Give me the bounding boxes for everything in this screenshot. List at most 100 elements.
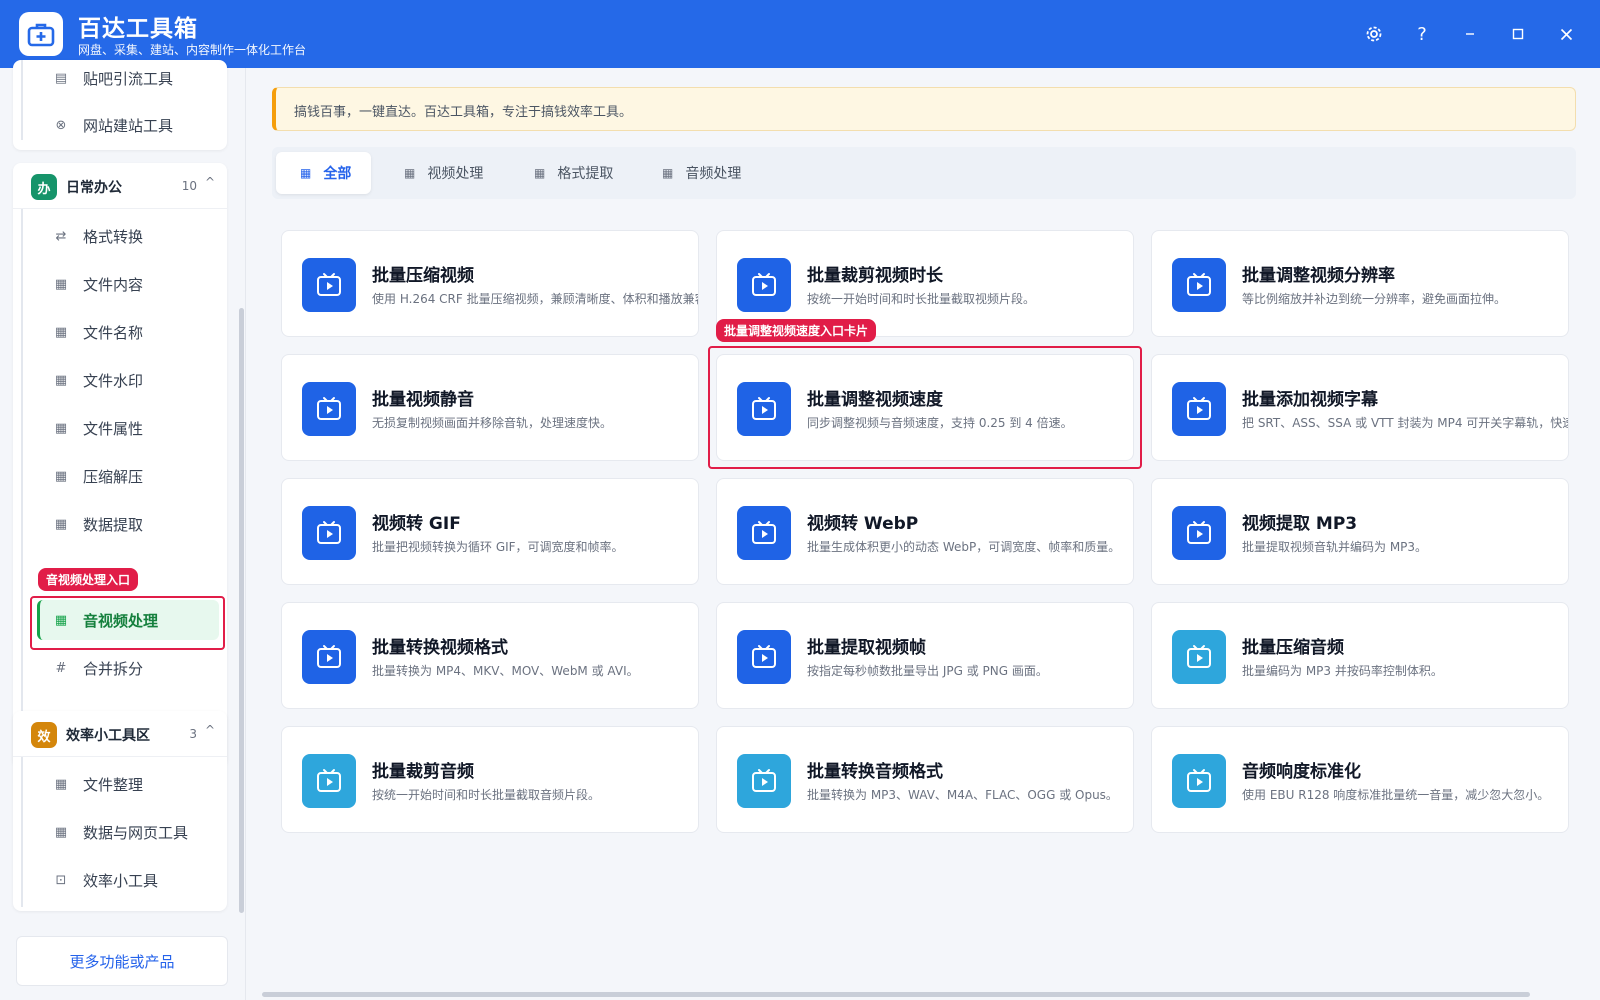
app-logo-icon <box>19 12 63 56</box>
tool-card[interactable]: 批量裁剪音频 按统一开始时间和时长批量截取音频片段。 <box>281 726 699 833</box>
video-player-icon <box>1172 258 1226 312</box>
tool-card-description: 批量提取视频音轨并编码为 MP3。 <box>1242 540 1428 554</box>
video-player-icon <box>737 382 791 436</box>
tool-card[interactable]: 批量调整视频速度同步调整视频与音频速度，支持 0.25 到 4 倍速。 <box>716 354 1134 461</box>
sidebar-item-data-web-tools[interactable]: ▦ 数据与网页工具 <box>37 812 223 852</box>
group-header-efficiency[interactable]: 效 效率小工具区 3 ^ <box>13 711 227 757</box>
tool-card[interactable]: 批量转换音频格式批量转换为 MP3、WAV、M4A、FLAC、OGG 或 Opu… <box>716 726 1134 833</box>
tab-all[interactable]: ▦ 全部 <box>276 152 372 194</box>
tool-card-description: 按统一开始时间和时长批量截取视频片段。 <box>807 292 1036 306</box>
sidebar-item-file-organize[interactable]: ▦ 文件整理 <box>37 764 223 804</box>
group-count: 10 <box>181 179 197 193</box>
tool-card[interactable]: 批量压缩音频 批量编码为 MP3 并按码率控制体积。 <box>1151 602 1569 709</box>
sidebar-item-av-processing[interactable]: ▦ 音视频处理 <box>37 600 219 640</box>
tool-card-title: 音频响度标准化 <box>1242 762 1361 782</box>
grid-icon: ▦ <box>404 166 416 180</box>
sidebar-item-compress[interactable]: ▦ 压缩解压 <box>37 456 223 496</box>
tool-card-title: 批量裁剪视频时长 <box>807 266 943 286</box>
sidebar-scrollbar[interactable] <box>239 308 244 913</box>
sidebar-item-efficiency-tools[interactable]: ⊡ 效率小工具 <box>37 860 223 900</box>
close-icon[interactable] <box>1550 18 1582 50</box>
grid-icon: ▦ <box>54 324 68 340</box>
tool-card-title: 批量转换视频格式 <box>372 638 508 658</box>
group-name: 日常办公 <box>66 180 122 196</box>
tab-video[interactable]: ▦ 视频处理 <box>380 152 503 194</box>
more-features-button[interactable]: 更多功能或产品 <box>16 936 228 986</box>
sidebar-callout: 音视频处理入口 <box>38 568 139 591</box>
sidebar: ▤ 贴吧引流工具 ⊗ 网站建站工具 办 日常办公 10 ^ ⇄ 格式转换 ▦ 文… <box>0 60 246 1000</box>
sidebar-item-file-watermark[interactable]: ▦ 文件水印 <box>37 360 223 400</box>
tool-card[interactable]: 批量压缩视频 使用 H.264 CRF 批量压缩视频，兼顾清晰度、体积和播放兼容性… <box>281 230 699 337</box>
chevron-up-icon[interactable]: ^ <box>205 175 215 189</box>
sidebar-item-file-content[interactable]: ▦ 文件内容 <box>37 264 223 304</box>
doc-icon: ▤ <box>54 70 68 86</box>
video-player-icon <box>737 506 791 560</box>
tool-card-description: 等比例缩放并补边到统一分辨率，避免画面拉伸。 <box>1242 292 1507 306</box>
sidebar-item-file-name[interactable]: ▦ 文件名称 <box>37 312 223 352</box>
video-player-icon <box>737 630 791 684</box>
tool-card-title: 批量调整视频速度 <box>807 390 943 410</box>
tool-card-description: 使用 H.264 CRF 批量压缩视频，兼顾清晰度、体积和播放兼容性。 <box>372 292 699 306</box>
horizontal-scrollbar[interactable] <box>262 992 1530 997</box>
sidebar-item-format-convert[interactable]: ⇄ 格式转换 <box>37 216 223 256</box>
maximize-icon[interactable] <box>1502 18 1534 50</box>
minimize-icon[interactable] <box>1454 18 1486 50</box>
grid-icon: ▦ <box>54 824 68 840</box>
tool-card-title: 视频提取 MP3 <box>1242 514 1358 534</box>
tool-card-description: 批量转换为 MP3、WAV、M4A、FLAC、OGG 或 Opus。 <box>807 788 1118 802</box>
group-name: 效率小工具区 <box>66 728 150 744</box>
hash-icon: # <box>55 660 67 676</box>
tool-card[interactable]: 音频响度标准化 使用 EBU R128 响度标准批量统一音量，减少忽大忽小。 <box>1151 726 1569 833</box>
sidebar-item-data-extract[interactable]: ▦ 数据提取 <box>37 504 223 544</box>
tool-card-description: 批量生成体积更小的动态 WebP，可调宽度、帧率和质量。 <box>807 540 1121 554</box>
tool-card[interactable]: 批量提取视频帧按指定每秒帧数批量导出 JPG 或 PNG 画面。 <box>716 602 1134 709</box>
sidebar-item-tieba[interactable]: ▤ 贴吧引流工具 <box>37 58 223 98</box>
video-player-icon <box>1172 506 1226 560</box>
chevron-up-icon[interactable]: ^ <box>205 723 215 737</box>
tool-card-title: 批量提取视频帧 <box>807 638 926 658</box>
category-tabs: ▦ 全部 ▦ 视频处理 ▦ 格式提取 ▦ 音频处理 <box>272 147 1576 199</box>
tool-card-title: 批量转换音频格式 <box>807 762 943 782</box>
tool-card-title: 批量调整视频分辨率 <box>1242 266 1395 286</box>
toolbox-icon: ⊡ <box>55 872 67 888</box>
tool-card-title: 视频转 WebP <box>807 514 919 534</box>
tool-card-title: 批量视频静音 <box>372 390 474 410</box>
swap-icon: ⇄ <box>55 228 67 244</box>
video-player-icon <box>737 258 791 312</box>
grid-icon: ▦ <box>54 276 68 292</box>
tool-card-description: 无损复制视频画面并移除音轨，处理速度快。 <box>372 416 613 430</box>
grid-icon: ▦ <box>54 420 68 436</box>
gear-icon[interactable] <box>1358 18 1390 50</box>
audio-player-icon <box>1172 754 1226 808</box>
group-header-office[interactable]: 办 日常办公 10 ^ <box>13 163 227 209</box>
sidebar-group-partial: ▤ 贴吧引流工具 ⊗ 网站建站工具 <box>13 60 227 150</box>
tab-audio[interactable]: ▦ 音频处理 <box>638 152 761 194</box>
audio-player-icon <box>1172 630 1226 684</box>
tool-card-description: 同步调整视频与音频速度，支持 0.25 到 4 倍速。 <box>807 416 1073 430</box>
tool-card-description: 批量转换为 MP4、MKV、MOV、WebM 或 AVI。 <box>372 664 639 678</box>
tab-format-extract[interactable]: ▦ 格式提取 <box>510 152 633 194</box>
tool-card[interactable]: 视频提取 MP3 批量提取视频音轨并编码为 MP3。 <box>1151 478 1569 585</box>
tool-card-title: 批量添加视频字幕 <box>1242 390 1378 410</box>
video-player-icon <box>302 630 356 684</box>
tool-card-title: 视频转 GIF <box>372 514 461 534</box>
tool-card[interactable]: 批量视频静音无损复制视频画面并移除音轨，处理速度快。 <box>281 354 699 461</box>
tool-card-description: 按指定每秒帧数批量导出 JPG 或 PNG 画面。 <box>807 664 1048 678</box>
tool-card-title: 批量压缩音频 <box>1242 638 1344 658</box>
help-icon[interactable]: ? <box>1406 18 1438 50</box>
sidebar-item-merge-split[interactable]: # 合并拆分 <box>37 648 223 688</box>
tool-card[interactable]: 视频转 WebP 批量生成体积更小的动态 WebP，可调宽度、帧率和质量。 <box>716 478 1134 585</box>
sidebar-item-website[interactable]: ⊗ 网站建站工具 <box>37 105 223 145</box>
group-badge: 效 <box>31 722 57 748</box>
tool-card[interactable]: 视频转 GIF 批量把视频转换为循环 GIF，可调宽度和帧率。 <box>281 478 699 585</box>
group-badge: 办 <box>31 174 57 200</box>
sidebar-item-file-attributes[interactable]: ▦ 文件属性 <box>37 408 223 448</box>
video-player-icon <box>302 258 356 312</box>
tool-card[interactable]: 批量添加视频字幕把 SRT、ASS、SSA 或 VTT 封装为 MP4 可开关字… <box>1151 354 1569 461</box>
video-player-icon <box>1172 382 1226 436</box>
tool-card-description: 把 SRT、ASS、SSA 或 VTT 封装为 MP4 可开关字幕轨，快速且不重 <box>1242 416 1568 430</box>
grid-icon: ▦ <box>54 516 68 532</box>
tool-card[interactable]: 批量转换视频格式批量转换为 MP4、MKV、MOV、WebM 或 AVI。 <box>281 602 699 709</box>
tool-card-title: 批量裁剪音频 <box>372 762 474 782</box>
tool-card[interactable]: 批量调整视频分辨率等比例缩放并补边到统一分辨率，避免画面拉伸。 <box>1151 230 1569 337</box>
